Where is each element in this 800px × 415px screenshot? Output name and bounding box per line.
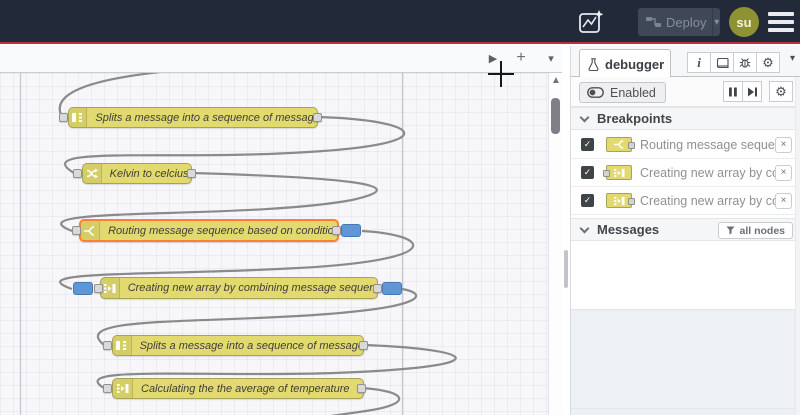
node-switch-selected[interactable]: Routing message sequence based on condit…	[79, 219, 339, 242]
deploy-nodes-icon	[646, 16, 661, 28]
sidebar: debugger i ⚙ ▾ Enabled ⚙ Breakpoints ▲	[570, 46, 800, 415]
join-icon	[113, 379, 133, 398]
messages-title: Messages	[597, 222, 660, 237]
node1-input-port[interactable]	[59, 113, 68, 122]
node-split-2[interactable]: Splits a message into a sequence of mess…	[112, 335, 364, 356]
sidebar-splitter[interactable]	[562, 46, 570, 415]
node-label: Calculating the the average of temperatu…	[141, 382, 350, 395]
workspace-tabbar: ▶ + ▾	[0, 46, 562, 73]
breakpoint-checkbox[interactable]: ✓	[581, 194, 594, 207]
divider	[571, 408, 800, 409]
node-join-1[interactable]: Creating new array by combining message …	[100, 277, 378, 299]
scroll-up-icon[interactable]: ▲	[549, 75, 563, 86]
debugger-config-gear-icon[interactable]: ⚙	[769, 81, 793, 102]
messages-empty-list	[571, 263, 800, 415]
user-avatar[interactable]: su	[729, 7, 759, 37]
filter-label: all nodes	[739, 224, 785, 237]
messages-filter-button[interactable]: all nodes	[718, 222, 793, 239]
node2-output-port[interactable]	[187, 169, 196, 178]
breakpoint-label: Routing message sequence ba	[640, 137, 775, 152]
app-header: Deploy ▾ su	[0, 0, 800, 44]
breakpoints-section-header[interactable]: Breakpoints ▲	[571, 107, 800, 184]
node-join-2[interactable]: Calculating the the average of temperatu…	[112, 378, 364, 399]
splitter-grip[interactable]	[564, 250, 568, 288]
pause-icon[interactable]	[723, 81, 743, 102]
toggle-icon	[587, 87, 604, 98]
breakpoint-marker-output[interactable]	[341, 224, 361, 237]
output-port-marker	[628, 197, 635, 205]
debugger-enabled-toggle[interactable]: Enabled	[579, 82, 666, 103]
output-port-marker	[628, 141, 635, 149]
settings-gear-icon[interactable]: ⚙	[756, 52, 780, 73]
breakpoint-marker-input[interactable]	[73, 282, 93, 295]
tab-debugger[interactable]: debugger	[579, 49, 671, 78]
messages-section-header[interactable]: Messages all nodes	[571, 218, 800, 241]
flow-canvas[interactable]: Splits a message into a sequence of mess…	[0, 73, 548, 415]
node5-output-port[interactable]	[359, 341, 368, 350]
remove-breakpoint-button[interactable]: ×	[775, 192, 792, 209]
chevron-down-icon	[579, 112, 590, 122]
sidebar-menu-caret-icon[interactable]: ▾	[790, 53, 795, 64]
add-flow-icon[interactable]: +	[511, 48, 531, 68]
breakpoint-label: Creating new array by combini	[640, 165, 775, 180]
crosshair-cursor	[500, 61, 502, 87]
flask-icon	[588, 57, 599, 71]
breakpoint-marker-output-2[interactable]	[382, 282, 402, 295]
enabled-label: Enabled	[610, 85, 656, 100]
tab-debugger-label: debugger	[605, 56, 665, 72]
sidebar-tabbar: debugger i ⚙ ▾	[571, 46, 800, 78]
node3-input-port[interactable]	[72, 226, 81, 235]
node2-input-port[interactable]	[73, 169, 82, 178]
debugger-toolbar: Enabled ⚙	[571, 77, 800, 107]
node-change-1[interactable]: Kelvin to celcius	[82, 163, 192, 184]
sidebar-scroll-track[interactable]	[795, 77, 800, 415]
node4-output-port[interactable]	[373, 284, 382, 293]
canvas-scrollbar[interactable]: ▲	[548, 73, 562, 415]
messages-empty-background	[571, 309, 800, 415]
input-port-marker	[603, 169, 610, 177]
breakpoint-label: Creating new array by combini	[640, 193, 775, 208]
node5-input-port[interactable]	[103, 341, 112, 350]
breakpoint-row[interactable]: ✓ Creating new array by combini ×	[571, 159, 800, 187]
bug-icon[interactable]	[733, 52, 757, 73]
node6-output-port[interactable]	[357, 384, 366, 393]
chevron-down-icon	[579, 223, 590, 233]
split-icon	[113, 336, 132, 355]
remove-breakpoint-button[interactable]: ×	[775, 164, 792, 181]
node-label: Kelvin to celcius	[109, 167, 189, 180]
node1-output-port[interactable]	[313, 113, 322, 122]
join-icon	[101, 278, 120, 298]
ai-sparkle-chart-icon[interactable]	[574, 8, 608, 36]
breakpoint-checkbox[interactable]: ✓	[581, 138, 594, 151]
change-icon	[83, 164, 102, 183]
node6-input-port[interactable]	[103, 384, 112, 393]
node-split-1[interactable]: Splits a message into a sequence of mess…	[68, 107, 318, 128]
main-menu-icon[interactable]	[768, 12, 794, 32]
join-node-icon	[603, 165, 632, 180]
split-icon	[69, 108, 88, 127]
node-label: Splits a message into a sequence of mess…	[95, 111, 317, 124]
node-label: Creating new array by combining message …	[127, 282, 377, 294]
breakpoint-checkbox[interactable]: ✓	[581, 166, 594, 179]
deploy-dropdown-caret[interactable]: ▾	[712, 8, 720, 36]
breakpoint-row[interactable]: ✓ Routing message sequence ba ×	[571, 131, 800, 159]
tab-list-menu-icon[interactable]: ▾	[541, 48, 561, 68]
deploy-label: Deploy	[666, 14, 707, 30]
filter-funnel-icon	[726, 226, 736, 235]
book-icon[interactable]	[710, 52, 734, 73]
breakpoints-title: Breakpoints	[597, 111, 673, 126]
node-label: Splits a message into a sequence of mess…	[139, 339, 363, 352]
remove-breakpoint-button[interactable]: ×	[775, 136, 792, 153]
canvas-scrollbar-thumb[interactable]	[551, 98, 560, 134]
node4-input-port[interactable]	[94, 284, 103, 293]
switch-icon	[81, 221, 101, 240]
step-forward-icon[interactable]	[742, 81, 762, 102]
deploy-button[interactable]: Deploy ▾	[638, 8, 720, 36]
breakpoint-row[interactable]: ✓ Creating new array by combini ×	[571, 187, 800, 215]
switch-node-icon	[606, 137, 635, 152]
node3-output-port[interactable]	[332, 226, 341, 235]
node-label: Routing message sequence based on condit…	[108, 224, 337, 237]
join-node-icon	[606, 193, 635, 208]
info-icon[interactable]: i	[687, 52, 711, 73]
